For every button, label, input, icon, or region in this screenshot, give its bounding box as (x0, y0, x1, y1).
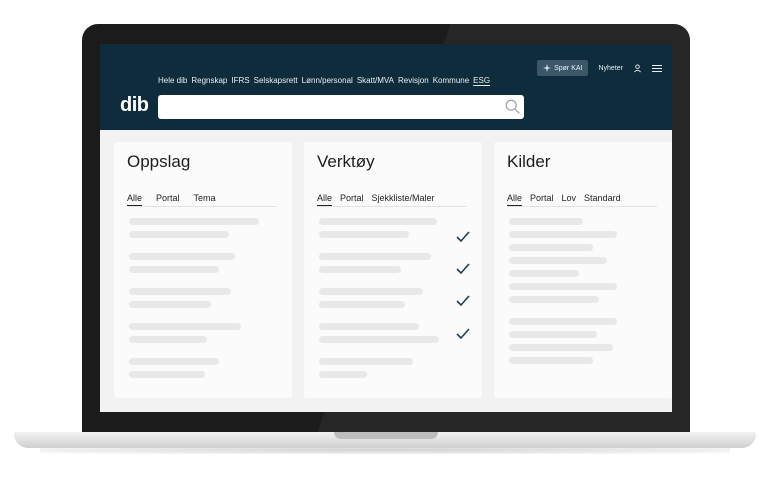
tab-portal[interactable]: Portal (530, 192, 554, 206)
placeholder-line (319, 266, 401, 273)
nav-item-l-nn-personal[interactable]: Lønn/personal (302, 76, 353, 85)
card-tabs: Alle Portal Tema (127, 192, 277, 207)
placeholder-line (509, 231, 617, 238)
nav-item-esg[interactable]: ESG (473, 76, 490, 85)
placeholder-line (509, 318, 617, 325)
check-icon (456, 295, 470, 307)
placeholder-line (319, 358, 413, 365)
placeholder-line (129, 336, 207, 343)
check-icon (456, 328, 470, 340)
tab-portal[interactable]: Portal (156, 192, 180, 206)
placeholder-line (129, 231, 229, 238)
placeholder-line (129, 323, 241, 330)
nav-item-ifrs[interactable]: IFRS (231, 76, 249, 85)
tab-standard[interactable]: Standard (584, 192, 621, 206)
site-header: Spør KAI Nyheter Hele dib Regnskap IFRS Sel… (100, 44, 672, 130)
laptop-notch (334, 432, 438, 439)
placeholder-line (129, 301, 211, 308)
sparkle-icon (543, 64, 552, 72)
content-columns: Oppslag Alle Portal Tema Verktøy Alle Po… (114, 142, 672, 398)
card-title: Verktøy (317, 152, 375, 171)
card-title: Oppslag (127, 152, 191, 171)
card-oppslag: Oppslag Alle Portal Tema (114, 142, 292, 398)
tab-alle[interactable]: Alle (317, 192, 333, 206)
placeholder-line (129, 288, 231, 295)
check-icon (456, 231, 470, 243)
tab-alle[interactable]: Alle (127, 192, 143, 206)
placeholder-line (129, 266, 219, 273)
nav-item-regnskap[interactable]: Regnskap (191, 76, 227, 85)
placeholder-line (129, 253, 235, 260)
placeholder-line (509, 357, 593, 364)
news-link[interactable]: Nyheter (598, 65, 623, 72)
search-input[interactable] (158, 95, 524, 119)
search-icon[interactable] (504, 98, 522, 116)
ask-kai-button[interactable]: Spør KAI (537, 60, 589, 76)
nav-item-revisjon[interactable]: Revisjon (398, 76, 429, 85)
header-actions: Spør KAI Nyheter (537, 60, 662, 76)
placeholder-line (129, 358, 219, 365)
tab-portal[interactable]: Portal (340, 192, 364, 206)
card-tabs: Alle Portal Sjekkliste/Maler (317, 192, 467, 207)
placeholder-line (319, 336, 439, 343)
placeholder-line (509, 283, 617, 290)
nav-item-hele-dib[interactable]: Hele dib (158, 76, 187, 85)
nav-item-kommune[interactable]: Kommune (433, 76, 469, 85)
card-title: Kilder (507, 152, 551, 171)
card-kilder: Kilder Alle Portal Lov Standard (494, 142, 672, 398)
nav-item-skatt-mva[interactable]: Skatt/MVA (357, 76, 394, 85)
ask-kai-label: Spør KAI (554, 64, 583, 72)
placeholder-line (509, 296, 599, 303)
menu-icon[interactable] (652, 64, 662, 73)
placeholder-line (319, 301, 405, 308)
tab-alle[interactable]: Alle (507, 192, 523, 206)
placeholder-line (319, 371, 367, 378)
placeholder-line (509, 270, 579, 277)
placeholder-line (319, 288, 423, 295)
tab-sjekkliste-maler[interactable]: Sjekkliste/Maler (372, 192, 435, 206)
tab-tema[interactable]: Tema (194, 192, 216, 206)
laptop-screen: Spør KAI Nyheter Hele dib Regnskap IFRS Sel… (100, 44, 672, 412)
placeholder-line (319, 218, 437, 225)
nav-item-selskapsrett[interactable]: Selskapsrett (254, 76, 298, 85)
card-tabs: Alle Portal Lov Standard (507, 192, 657, 207)
check-icon (456, 263, 470, 275)
placeholder-line (509, 331, 597, 338)
placeholder-line (509, 344, 613, 351)
placeholder-line (129, 371, 205, 378)
tab-lov[interactable]: Lov (562, 192, 577, 206)
placeholder-line (509, 218, 583, 225)
placeholder-line (509, 244, 593, 251)
dib-logo[interactable]: dib (120, 94, 149, 117)
placeholder-line (319, 323, 419, 330)
main-nav: Hele dib Regnskap IFRS Selskapsrett Lønn/per… (158, 76, 490, 85)
placeholder-line (129, 218, 259, 225)
card-verktoy: Verktøy Alle Portal Sjekkliste/Maler (304, 142, 482, 398)
placeholder-line (319, 231, 409, 238)
placeholder-line (319, 253, 431, 260)
user-icon[interactable] (633, 63, 642, 73)
placeholder-line (509, 257, 607, 264)
